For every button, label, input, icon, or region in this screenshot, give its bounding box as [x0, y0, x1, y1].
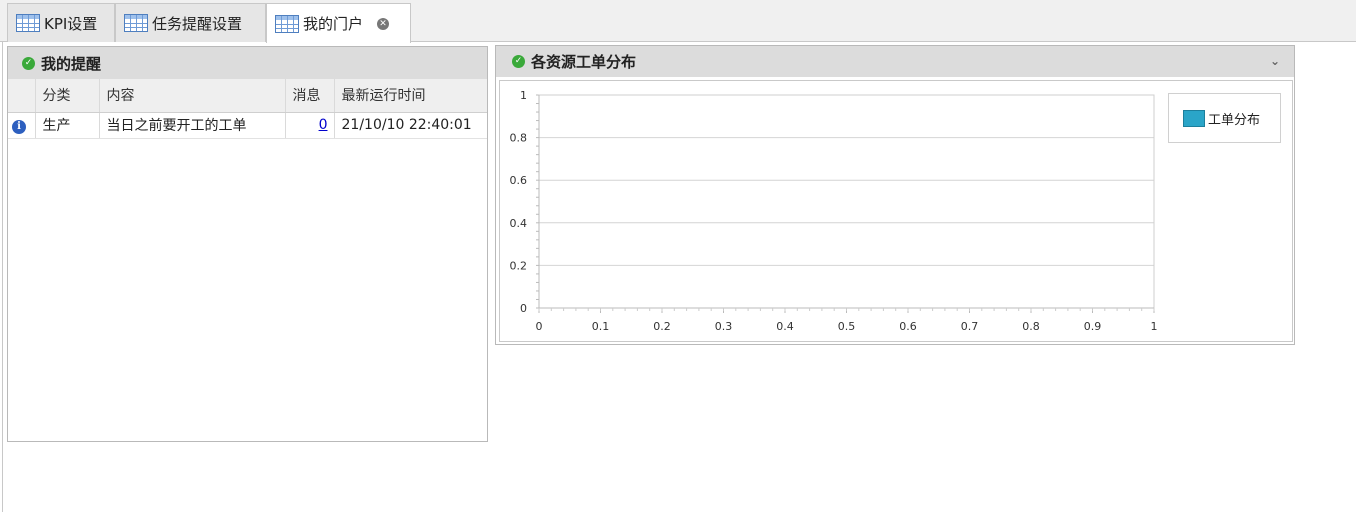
message-cell[interactable]: 0: [285, 112, 335, 139]
tab-label: 任务提醒设置: [152, 14, 243, 33]
category-cell[interactable]: 生产: [35, 112, 100, 139]
reminders-table: 分类 内容 消息 最新运行时间 i 生产 当日之前要开工的工单 0 21/10/…: [8, 79, 487, 139]
column-header-message[interactable]: 消息: [285, 79, 335, 113]
y-tick-label: 0: [520, 302, 527, 315]
legend-label: 工单分布: [1208, 112, 1261, 128]
chart-area: 0 0.2 0.4 0.6 0.8 1 0 0.1 0.2 0.3 0.4 0.5 0.6 0.7 0.8 0…: [499, 80, 1293, 342]
y-tick-label: 0.6: [510, 174, 528, 187]
distribution-panel: ✓ 各资源工单分布 ⌄ 0 0.2 0.4 0.6 0.8 1 0 0.1 0.2 0.3 0.4 0…: [495, 45, 1295, 345]
x-tick-label: 0: [536, 320, 543, 333]
column-header-content[interactable]: 内容: [99, 79, 286, 113]
x-tick-label: 0.8: [1022, 320, 1040, 333]
bar-chart: 0 0.2 0.4 0.6 0.8 1 0 0.1 0.2 0.3 0.4 0.5 0.6 0.7 0.8 0…: [510, 89, 1158, 333]
legend-swatch: [1183, 109, 1205, 127]
table-grid-icon: [16, 14, 40, 32]
x-tick-label: 1: [1151, 320, 1158, 333]
tab-task-reminder-settings[interactable]: 任务提醒设置: [115, 3, 266, 42]
x-tick-label: 0.1: [592, 320, 610, 333]
plot-frame: [538, 94, 1155, 309]
tab-my-portal[interactable]: 我的门户 ✕: [266, 3, 411, 43]
check-circle-icon: ✓: [512, 55, 525, 68]
tab-kpi-settings[interactable]: KPI设置: [7, 3, 115, 42]
table-grid-icon: [124, 14, 148, 32]
y-tick-label: 1: [520, 89, 527, 102]
tab-label: 我的门户: [303, 15, 364, 33]
x-tick-label: 0.7: [961, 320, 979, 333]
close-tab-icon[interactable]: ✕: [377, 17, 390, 30]
message-count-link[interactable]: 0: [319, 117, 328, 133]
chart-legend: 工单分布: [1168, 93, 1281, 143]
check-circle-icon: ✓: [22, 56, 35, 70]
y-tick-label: 0.8: [510, 132, 528, 145]
reminders-title: 我的提醒: [41, 54, 102, 73]
last-run-cell[interactable]: 21/10/10 22:40:01: [334, 112, 487, 139]
column-header-last-run[interactable]: 最新运行时间: [334, 79, 487, 113]
table-header-row: 分类 内容 消息 最新运行时间: [8, 79, 487, 113]
reminders-panel: ✓ 我的提醒 分类 内容 消息 最新运行时间 i 生产 当日之前要开工的工单 0…: [7, 46, 488, 442]
x-tick-label: 0.9: [1084, 320, 1102, 333]
content-cell[interactable]: 当日之前要开工的工单: [99, 112, 286, 139]
column-header-category[interactable]: 分类: [35, 79, 100, 113]
row-indicator-cell: i: [8, 112, 36, 139]
table-grid-icon: [275, 14, 299, 33]
x-tick-label: 0.5: [838, 320, 856, 333]
y-tick-label: 0.2: [510, 259, 528, 272]
reminders-panel-header: ✓ 我的提醒: [8, 47, 487, 79]
tab-bar: KPI设置 任务提醒设置 我的门户 ✕: [0, 0, 1356, 43]
row-indicator-header: [8, 79, 36, 113]
chevron-down-icon[interactable]: ⌄: [1270, 54, 1280, 68]
x-tick-label: 0.4: [776, 320, 794, 333]
x-tick-label: 0.3: [715, 320, 733, 333]
left-border: [2, 42, 3, 512]
table-row[interactable]: i 生产 当日之前要开工的工单 0 21/10/10 22:40:01: [8, 112, 487, 139]
info-icon: i: [12, 119, 26, 134]
distribution-title: 各资源工单分布: [531, 53, 637, 71]
distribution-panel-header: ✓ 各资源工单分布 ⌄: [496, 46, 1294, 77]
tab-label: KPI设置: [44, 14, 98, 33]
x-tick-label: 0.2: [653, 320, 671, 333]
y-tick-label: 0.4: [510, 217, 528, 230]
x-tick-label: 0.6: [899, 320, 917, 333]
